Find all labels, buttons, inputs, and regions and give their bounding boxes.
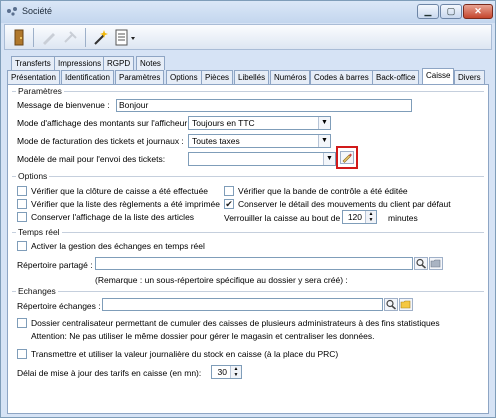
tab-options[interactable]: Options — [166, 70, 202, 84]
browse-folder-button[interactable] — [429, 257, 443, 270]
lock-unit-label: minutes — [388, 213, 418, 223]
display-mode-select[interactable]: Toujours en TTC ▼ — [188, 116, 331, 130]
checkbox-verify-closing[interactable] — [17, 186, 27, 196]
display-mode-value: Toujours en TTC — [192, 118, 255, 128]
checkbox-verify-control-band[interactable] — [224, 186, 234, 196]
chevron-down-icon: ▼ — [323, 153, 335, 165]
tab-caisse[interactable]: Caisse — [422, 68, 455, 84]
billing-mode-label: Mode de facturation des tickets et journ… — [17, 136, 184, 146]
lock-minutes-value: 120 — [347, 212, 362, 222]
toolbar — [4, 24, 492, 50]
billing-mode-select[interactable]: Toutes taxes ▼ — [188, 134, 331, 148]
mail-template-select[interactable]: ▼ — [188, 152, 336, 166]
checkbox-central-folder[interactable] — [17, 318, 27, 328]
parametres-title: Paramètres — [16, 86, 64, 96]
window-title: Société — [22, 6, 53, 16]
options-group: Options — [12, 171, 484, 181]
tools-disabled-icon[interactable] — [61, 28, 81, 47]
door-exit-icon[interactable] — [9, 28, 29, 47]
tab-libelles[interactable]: Libellés — [234, 70, 270, 84]
central-folder-note: Attention: Ne pas utiliser le même dossi… — [31, 331, 375, 341]
exchange-dir-input[interactable] — [102, 298, 383, 311]
folder-icon — [430, 259, 441, 268]
close-button[interactable]: ✕ — [463, 4, 493, 19]
keep-client-detail-label: Conserver le détail des mouvements du cl… — [238, 199, 451, 209]
edit-disabled-icon[interactable] — [39, 28, 59, 47]
delay-value: 30 — [217, 367, 227, 377]
delay-spinner[interactable]: 30 ▲ ▼ — [211, 365, 242, 379]
options-title: Options — [16, 171, 50, 181]
document-menu-icon[interactable] — [113, 28, 139, 47]
browse-folder-button[interactable] — [399, 298, 413, 311]
tab-pieces[interactable]: Pièces — [201, 70, 234, 84]
checkbox-keep-client-detail[interactable]: ✔ — [224, 199, 234, 209]
delay-label: Délai de mise à jour des tarifs en caiss… — [17, 368, 202, 378]
search-icon — [416, 258, 426, 269]
chevron-down-icon: ▼ — [318, 135, 330, 147]
verify-closing-label: Vérifier que la clôture de caisse a été … — [31, 186, 209, 196]
chevron-down-icon: ▼ — [318, 117, 330, 129]
caisse-panel: Paramètres Message de bienvenue : Bonjou… — [7, 84, 489, 414]
verify-payments-label: Vérifier que la liste des règlements a é… — [31, 199, 220, 209]
realtime-label: Activer la gestion des échanges en temps… — [31, 241, 205, 251]
mail-template-label: Modèle de mail pour l'envoi des tickets: — [17, 154, 166, 164]
close-icon: ✕ — [474, 6, 482, 16]
minimize-button[interactable]: ▁ — [417, 4, 439, 19]
tab-impressions[interactable]: Impressions — [54, 56, 106, 70]
folder-icon — [400, 300, 411, 309]
spinner-arrows-icon[interactable]: ▲ ▼ — [365, 211, 376, 223]
tab-presentation[interactable]: Présentation — [7, 70, 60, 84]
transmit-stock-label: Transmettre et utiliser la valeur journa… — [31, 349, 339, 359]
tab-back-office[interactable]: Back-office — [372, 70, 420, 84]
spinner-arrows-icon[interactable]: ▲ ▼ — [230, 366, 241, 378]
echanges-group: Echanges — [12, 286, 484, 296]
tab-identification[interactable]: Identification — [61, 70, 114, 84]
tab-numeros[interactable]: Numéros — [270, 70, 311, 84]
pencil-icon — [342, 153, 352, 163]
checkbox-transmit-stock[interactable] — [17, 349, 27, 359]
app-icon — [7, 7, 17, 16]
maximize-icon: ▢ — [446, 6, 456, 16]
lock-label: Verrouiller la caisse au bout de — [224, 213, 341, 223]
tab-codes-a-barres[interactable]: Codes à barres — [310, 70, 373, 84]
company-window: Société ▁ ▢ ✕ Transferts Impressions RGP… — [0, 0, 496, 418]
remark-text: (Remarque : un sous-répertoire spécifiqu… — [95, 275, 348, 285]
welcome-label: Message de bienvenue : — [17, 100, 110, 110]
billing-mode-value: Toutes taxes — [192, 136, 240, 146]
edit-mail-template-button[interactable] — [340, 151, 354, 164]
minimize-icon: ▁ — [424, 6, 432, 16]
tab-divers[interactable]: Divers — [454, 70, 485, 84]
tab-transferts[interactable]: Transferts — [11, 56, 55, 70]
welcome-message-input[interactable]: Bonjour — [116, 99, 412, 112]
keep-articles-label: Conserver l'affichage de la liste des ar… — [31, 212, 195, 222]
tab-notes[interactable]: Notes — [136, 56, 165, 70]
verify-control-band-label: Vérifier que la bande de contrôle a été … — [238, 186, 408, 196]
tab-rgpd[interactable]: RGPD — [103, 56, 135, 70]
parametres-group: Paramètres — [12, 86, 484, 96]
title-bar: Société ▁ ▢ ✕ — [1, 1, 495, 23]
temps-reel-title: Temps réel — [16, 227, 62, 237]
checkmark-icon: ✔ — [225, 199, 233, 209]
temps-reel-group: Temps réel — [12, 227, 484, 237]
lock-minutes-spinner[interactable]: 120 ▲ ▼ — [342, 210, 377, 224]
shared-dir-label: Répertoire partagé : — [17, 260, 93, 270]
search-button[interactable] — [414, 257, 428, 270]
search-button[interactable] — [384, 298, 398, 311]
display-mode-label: Mode d'affichage des montants sur l'affi… — [17, 118, 192, 128]
echanges-title: Echanges — [16, 286, 58, 296]
maximize-button[interactable]: ▢ — [440, 4, 462, 19]
tab-parametres[interactable]: Paramètres — [115, 70, 165, 84]
shared-dir-input[interactable] — [95, 257, 413, 270]
checkbox-verify-payments[interactable] — [17, 199, 27, 209]
exchange-dir-label: Répertoire échanges : — [17, 301, 101, 311]
central-folder-label: Dossier centralisateur permettant de cum… — [31, 318, 440, 328]
checkbox-keep-articles[interactable] — [17, 212, 27, 222]
checkbox-realtime[interactable] — [17, 241, 27, 251]
magic-wand-icon[interactable] — [91, 28, 111, 47]
search-icon — [386, 299, 396, 310]
